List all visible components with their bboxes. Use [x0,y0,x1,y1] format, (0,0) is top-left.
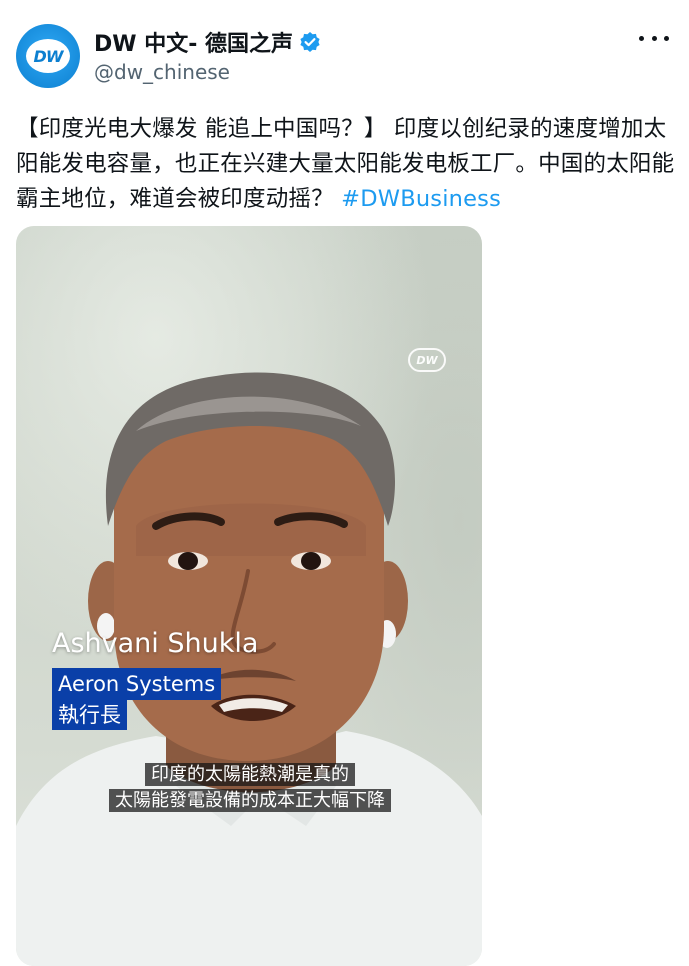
subtitle-line-2: 太陽能發電設備的成本正大幅下降 [100,788,400,814]
avatar[interactable]: DW [16,24,80,88]
author-handle[interactable]: @dw_chinese [94,60,230,84]
author-name-row: DW 中文- 德国之声 [94,26,321,58]
speaker-title: 執行長 [52,700,127,730]
more-options-icon[interactable] [639,26,669,50]
subtitle-text-2: 太陽能發電設備的成本正大幅下降 [109,789,391,812]
hashtag-link[interactable]: #DWBusiness [341,186,501,212]
speaker-organization: Aeron Systems [52,668,222,700]
author-display-name[interactable]: DW 中文- 德国之声 [94,26,293,58]
post-text: 【印度光电大爆发 能追上中国吗？】 印度以创纪录的速度增加太阳能发电容量，也正在… [16,112,676,217]
video-media[interactable]: DW Ashvani Shukla Aeron Systems 執行長 印度的太… [16,226,482,966]
dw-logo-icon: DW [26,39,70,73]
verified-badge-icon [300,32,320,52]
speaker-figure [16,372,482,966]
subtitle-text-1: 印度的太陽能熱潮是真的 [145,763,355,786]
dw-watermark-icon: DW [408,348,446,372]
subtitle-line-1: 印度的太陽能熱潮是真的 [100,762,400,788]
speaker-name: Ashvani Shukla [52,628,259,659]
post-card: DW DW 中文- 德国之声 @dw_chinese 【印度光电大爆发 能追上中… [0,0,689,966]
